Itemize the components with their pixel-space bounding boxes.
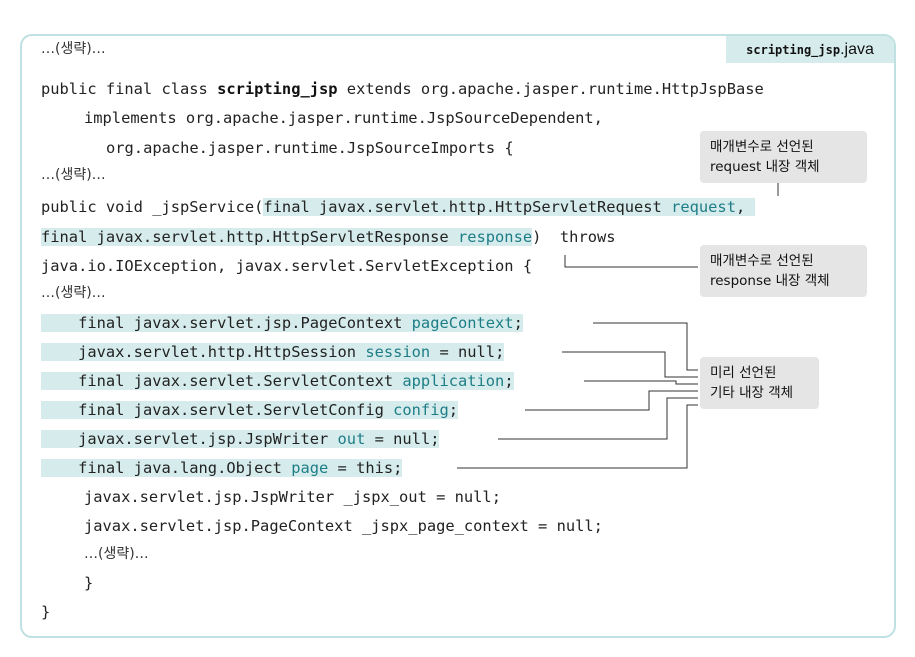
callout-other-implicit-objects: 미리 선언된 기타 내장 객체 (700, 357, 819, 409)
callout-response: 매개변수로 선언된 response 내장 객체 (700, 245, 867, 297)
config-connector (525, 390, 698, 411)
callout-text: 매개변수로 선언된 (710, 253, 814, 269)
callout-request: 매개변수로 선언된 request 내장 객체 (700, 131, 867, 183)
callout-text: 미리 선언된 (710, 365, 777, 381)
callout-connectors (457, 178, 779, 469)
application-connector (584, 380, 698, 385)
out-connector (498, 397, 698, 440)
pagecontext-connector (593, 322, 698, 371)
callout-text: 기타 내장 객체 (710, 385, 794, 401)
callout-text: 매개변수로 선언된 (710, 139, 814, 155)
callout-text: request 내장 객체 (710, 159, 820, 175)
page-connector (457, 404, 698, 469)
response-connector (564, 255, 698, 268)
callout-text: response 내장 객체 (710, 273, 830, 289)
session-connector (562, 351, 698, 378)
